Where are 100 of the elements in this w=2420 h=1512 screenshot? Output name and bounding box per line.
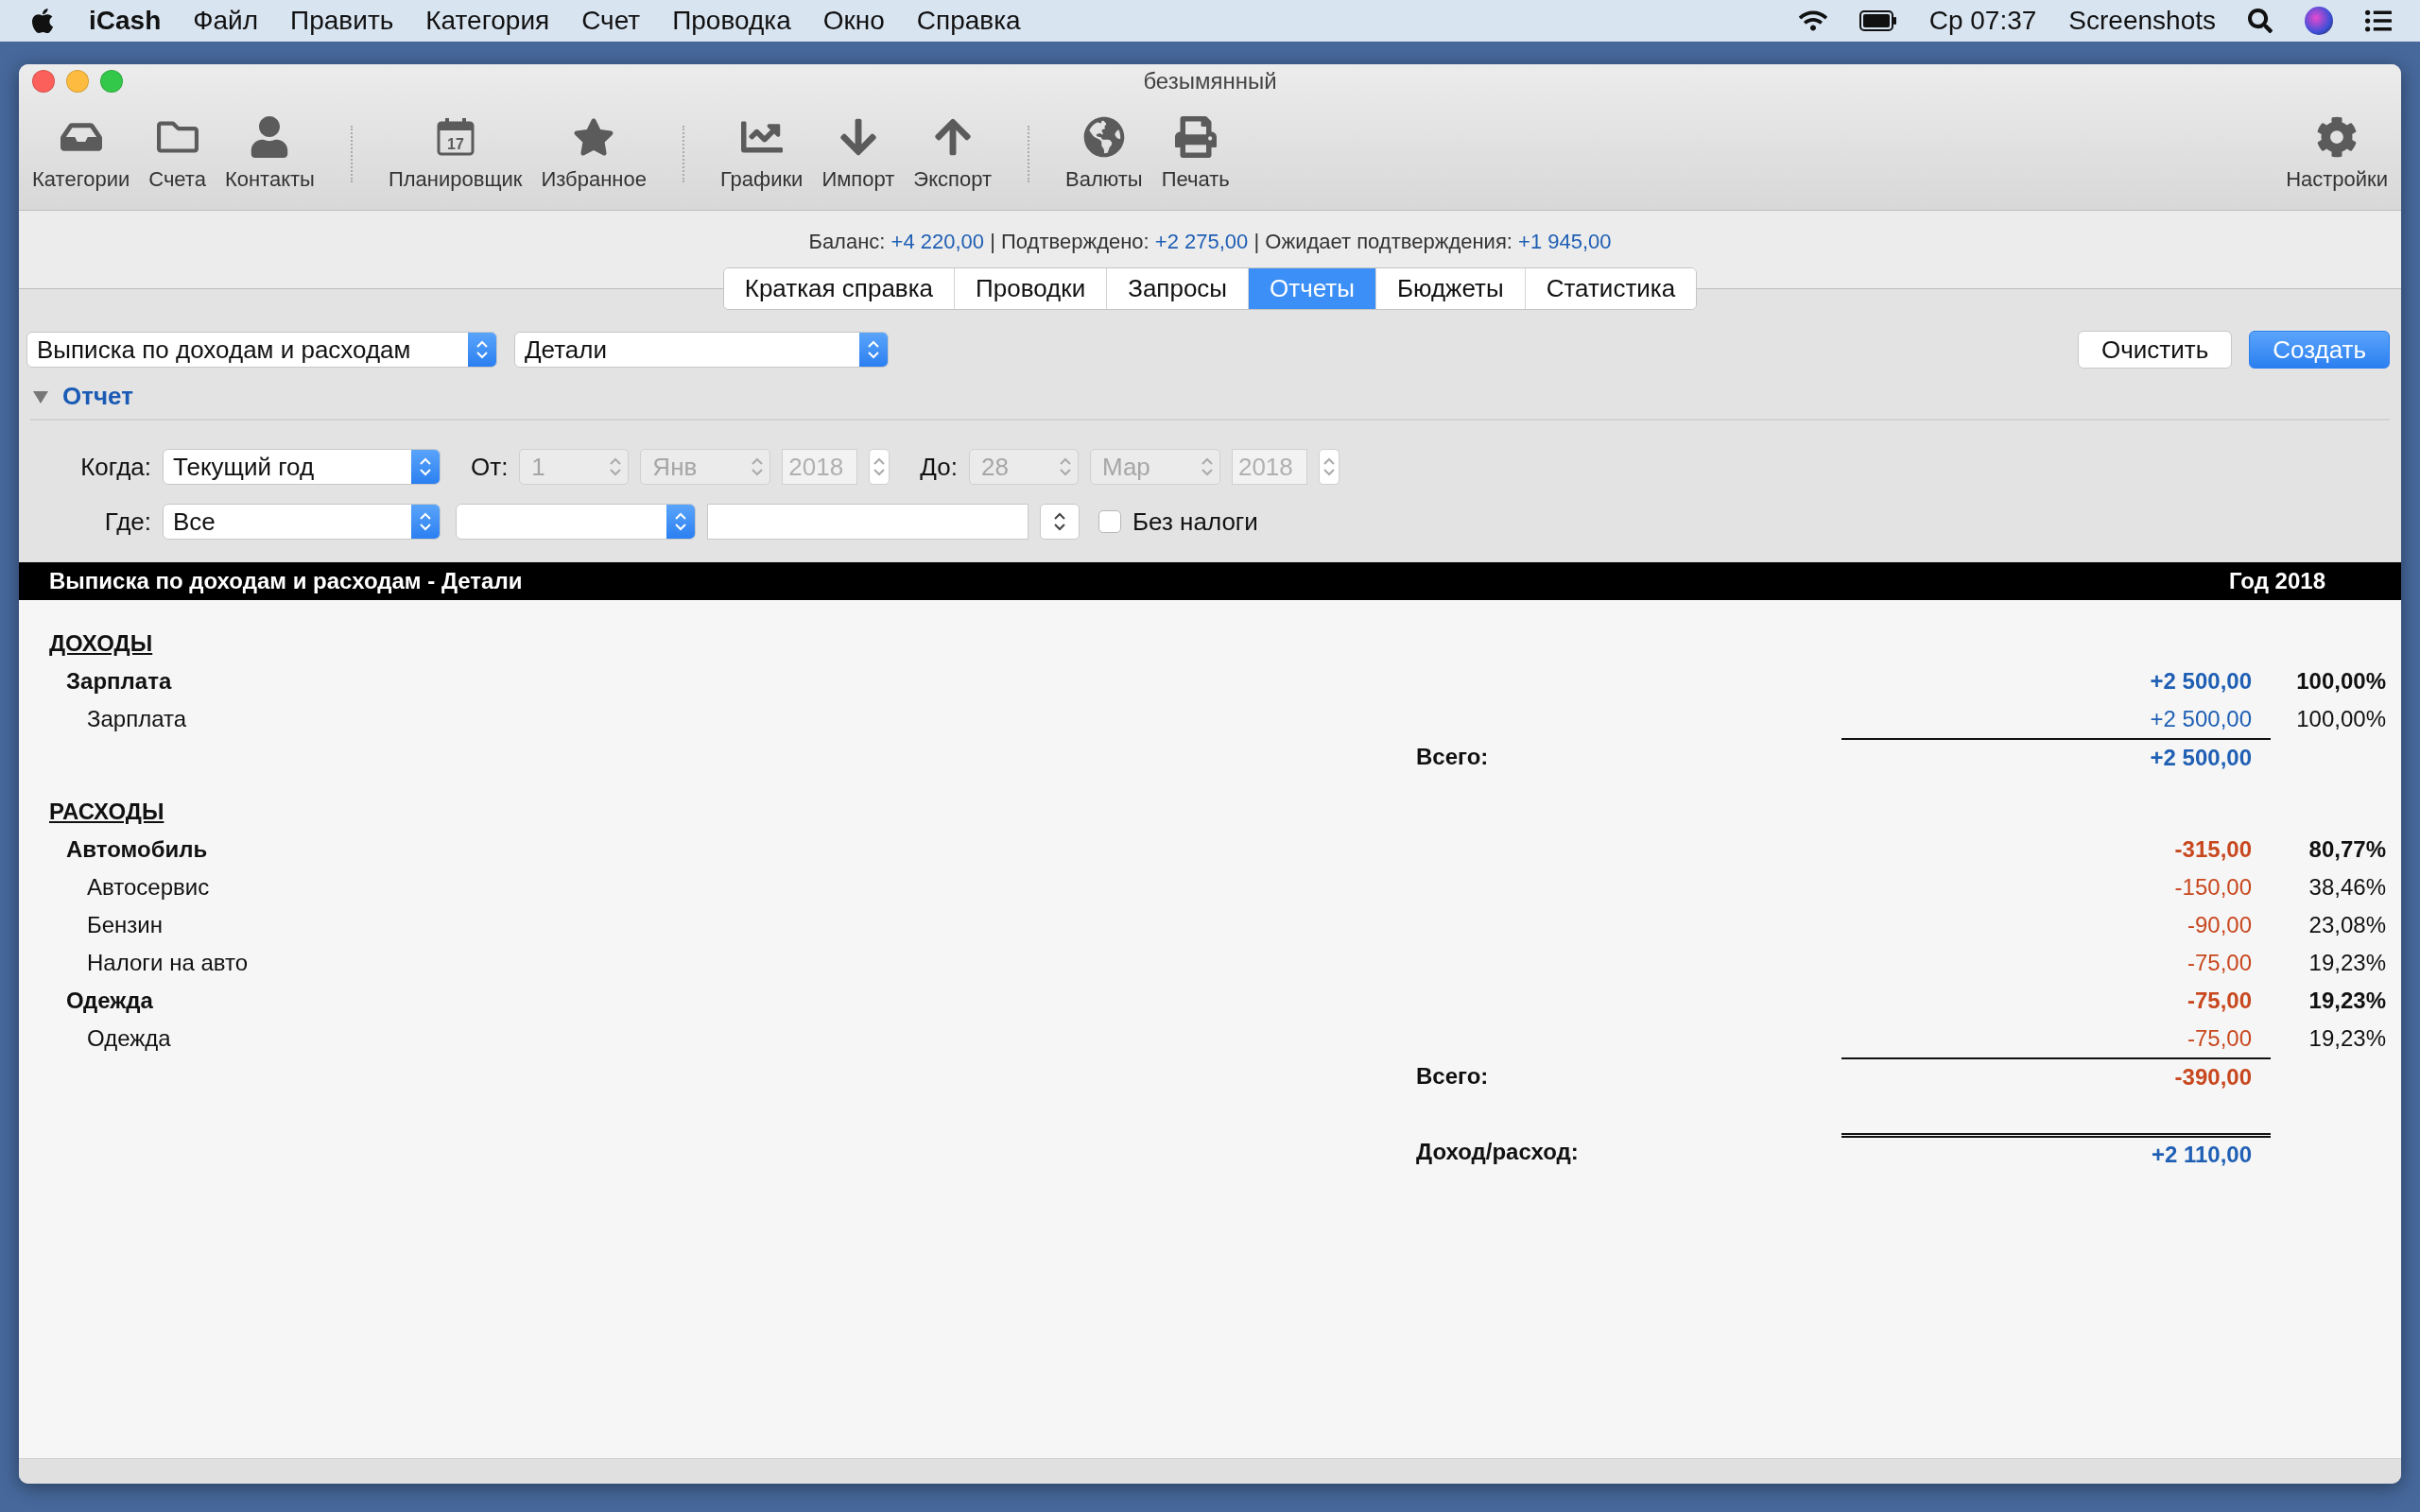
chevron-updown-icon — [674, 511, 687, 532]
category-name: Автомобиль — [65, 836, 209, 863]
category-percent: 100,00% — [2296, 668, 2386, 695]
stepper-icon — [1058, 456, 1072, 477]
section-heading: ДОХОДЫ — [49, 630, 154, 657]
toolbar-button[interactable]: Печать — [1153, 112, 1237, 196]
where-dropdown[interactable]: Все — [163, 504, 441, 540]
subcategory-name: Бензин — [86, 912, 164, 938]
stepper[interactable] — [1040, 504, 1080, 540]
subcategory-name: Зарплата — [86, 706, 188, 732]
user-name[interactable]: Screenshots — [2068, 6, 2216, 36]
subcategory-amount: +2 500,00 — [2150, 706, 2252, 732]
category-amount: -75,00 — [2187, 988, 2252, 1014]
stepper-icon — [1053, 511, 1066, 532]
subcategory-amount: -150,00 — [2174, 874, 2252, 901]
menu-item[interactable]: Файл — [193, 6, 259, 36]
category-percent: 19,23% — [2308, 988, 2386, 1014]
category-amount: +2 500,00 — [2150, 668, 2252, 695]
settings-icon — [2316, 116, 2359, 158]
globe-icon — [1082, 116, 1125, 158]
subcategory-percent: 100,00% — [2296, 706, 2386, 732]
subcategory-percent: 19,23% — [2308, 1025, 2386, 1052]
toolbar-button[interactable]: Счета — [141, 112, 214, 196]
total-label: Всего: — [1416, 744, 1490, 770]
total-label: Всего: — [1416, 1063, 1490, 1090]
detail-dropdown[interactable]: Детали — [514, 332, 889, 368]
window-title: безымянный — [1143, 68, 1277, 94]
menu-item[interactable]: Категория — [425, 6, 550, 36]
toolbar-button[interactable]: 17 Планировщик — [380, 112, 530, 196]
toolbar-button[interactable]: Категории — [25, 112, 138, 196]
search-field[interactable] — [707, 504, 1028, 540]
toolbar-button[interactable]: Избранное — [533, 112, 654, 196]
chevron-updown-icon — [1200, 456, 1214, 477]
subcategory-amount: -90,00 — [2187, 912, 2252, 938]
toolbar-button[interactable]: Контакты — [216, 112, 322, 196]
subcategory-name: Одежда — [86, 1025, 172, 1052]
app-menu[interactable]: iCash — [89, 6, 162, 36]
tab[interactable]: Статистика — [1524, 268, 1697, 309]
category-percent: 80,77% — [2308, 836, 2386, 863]
action-button[interactable]: Очистить — [2078, 331, 2233, 369]
siri-icon[interactable] — [2305, 7, 2333, 35]
stepper-icon — [609, 456, 623, 477]
report-type-dropdown[interactable]: Выписка по доходам и расходам — [26, 332, 497, 368]
menu-item[interactable]: Окно — [822, 6, 885, 36]
year-stepper[interactable] — [1318, 449, 1340, 485]
year-stepper[interactable] — [869, 449, 890, 485]
chevron-updown-icon — [419, 456, 432, 477]
toolbar-button[interactable]: Настройки — [2278, 112, 2395, 196]
menu-item[interactable]: Справка — [916, 6, 1021, 36]
menu-item[interactable]: Счет — [581, 6, 641, 36]
subcategory-name: Налоги на авто — [86, 950, 250, 976]
summary-value: +1 945,00 — [1518, 230, 1612, 253]
category-amount: -315,00 — [2174, 836, 2252, 863]
category-name: Зарплата — [65, 668, 173, 695]
separator: | — [1253, 230, 1261, 253]
summary-label: Подтверждено: — [1001, 230, 1150, 253]
report-title: Выписка по доходам и расходам - Детали — [49, 568, 523, 594]
chevron-updown-icon — [751, 456, 765, 477]
net-amount: +2 110,00 — [2151, 1141, 2252, 1168]
section-title[interactable]: Отчет — [62, 382, 133, 411]
date-label: От: — [471, 452, 509, 482]
total-amount: -390,00 — [2174, 1064, 2252, 1091]
printer-icon — [1174, 116, 1217, 158]
clock[interactable]: Ср 07:37 — [1928, 6, 2037, 36]
toolbar-button[interactable]: Экспорт — [906, 112, 999, 196]
subcategory-amount: -75,00 — [2187, 1025, 2252, 1052]
subcategory-name: Автосервис — [86, 874, 211, 901]
net-label: Доход/расход: — [1416, 1139, 1580, 1165]
separator: | — [989, 230, 996, 253]
subcategory-percent: 23,08% — [2308, 912, 2386, 938]
subcategory-percent: 38,46% — [2308, 874, 2386, 901]
stepper-icon — [1322, 456, 1336, 477]
summary-value: +2 275,00 — [1154, 230, 1249, 253]
search-icon[interactable] — [2248, 9, 2273, 33]
zoom-button[interactable] — [100, 70, 123, 93]
date-label: До: — [920, 452, 958, 482]
chevron-updown-icon — [475, 339, 489, 360]
toolbar-button[interactable]: Импорт — [814, 112, 903, 196]
disclosure-triangle-icon[interactable] — [32, 388, 49, 404]
battery-icon[interactable] — [1858, 10, 1897, 31]
close-button[interactable] — [32, 70, 55, 93]
summary-label: Ожидает подтверждения: — [1265, 230, 1513, 253]
when-dropdown[interactable]: Текущий год — [163, 449, 441, 485]
total-amount: +2 500,00 — [2150, 745, 2252, 771]
stepper-icon — [873, 456, 887, 477]
menu-item[interactable]: Править — [290, 6, 394, 36]
category-name: Одежда — [65, 988, 154, 1014]
toolbar-button[interactable]: Графики — [712, 112, 811, 196]
star-icon — [573, 116, 615, 158]
toolbar-button[interactable]: Валюты — [1058, 112, 1150, 196]
subcategory-amount: -75,00 — [2187, 950, 2252, 976]
menu-item[interactable]: Проводка — [672, 6, 791, 36]
checkbox-label: Без налоги — [1132, 507, 1258, 537]
chevron-updown-icon — [419, 511, 432, 532]
list-icon[interactable] — [2365, 8, 2392, 34]
account-dropdown[interactable] — [456, 504, 696, 540]
minimize-button[interactable] — [66, 70, 89, 93]
when-label: Когда: — [79, 452, 151, 482]
summary-label: Баланс: — [808, 230, 887, 253]
checkbox[interactable] — [1098, 510, 1121, 533]
